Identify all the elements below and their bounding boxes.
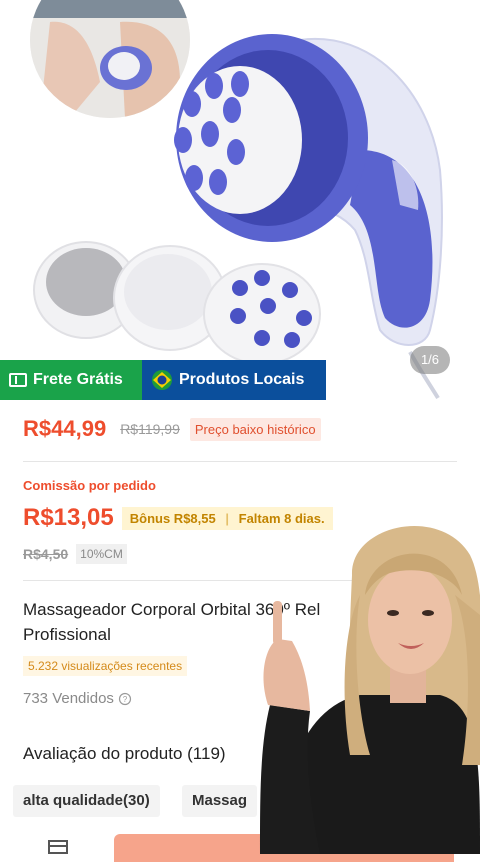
commission-sub-row: R$4,50 10%CM (23, 544, 127, 564)
image-counter: 1/6 (410, 346, 450, 374)
divider (23, 461, 457, 462)
commission-label: Comissão por pedido (23, 478, 156, 493)
recent-views-tag: 5.232 visualizações recentes (23, 656, 188, 676)
brazil-flag-icon (151, 369, 173, 391)
original-price: R$119,99 (120, 421, 180, 437)
old-commission: R$4,50 (23, 546, 69, 562)
ticket-icon (9, 373, 27, 387)
price-row: R$44,99 R$119,99 Preço baixo histórico (23, 416, 321, 442)
lowest-price-tag: Preço baixo histórico (189, 417, 321, 441)
badge-row: Frete Grátis Produtos Locais (0, 360, 326, 400)
store-icon[interactable] (46, 840, 70, 859)
free-shipping-label: Frete Grátis (33, 371, 123, 388)
local-products-badge: Produtos Locais (142, 360, 326, 400)
sold-count: 733 Vendidos ? (23, 690, 132, 707)
review-chip-high-quality[interactable]: alta qualidade(30) (13, 785, 160, 817)
info-circle-icon[interactable]: ? (118, 692, 132, 706)
reviews-title[interactable]: Avaliação do produto (119) (23, 744, 226, 764)
local-products-label: Produtos Locais (179, 371, 305, 388)
sold-count-label: 733 Vendidos (23, 690, 114, 707)
commission-rate-tag: 10%CM (76, 544, 127, 564)
current-price: R$44,99 (23, 416, 107, 441)
bonus-separator: | (225, 510, 229, 526)
product-image[interactable]: 1/6 (0, 0, 480, 400)
presenter-overlay (240, 515, 480, 854)
free-shipping-badge: Frete Grátis (0, 360, 142, 400)
svg-text:?: ? (123, 695, 128, 704)
bonus-amount: Bônus R$8,55 (129, 510, 216, 526)
commission-value: R$13,05 (23, 504, 114, 531)
